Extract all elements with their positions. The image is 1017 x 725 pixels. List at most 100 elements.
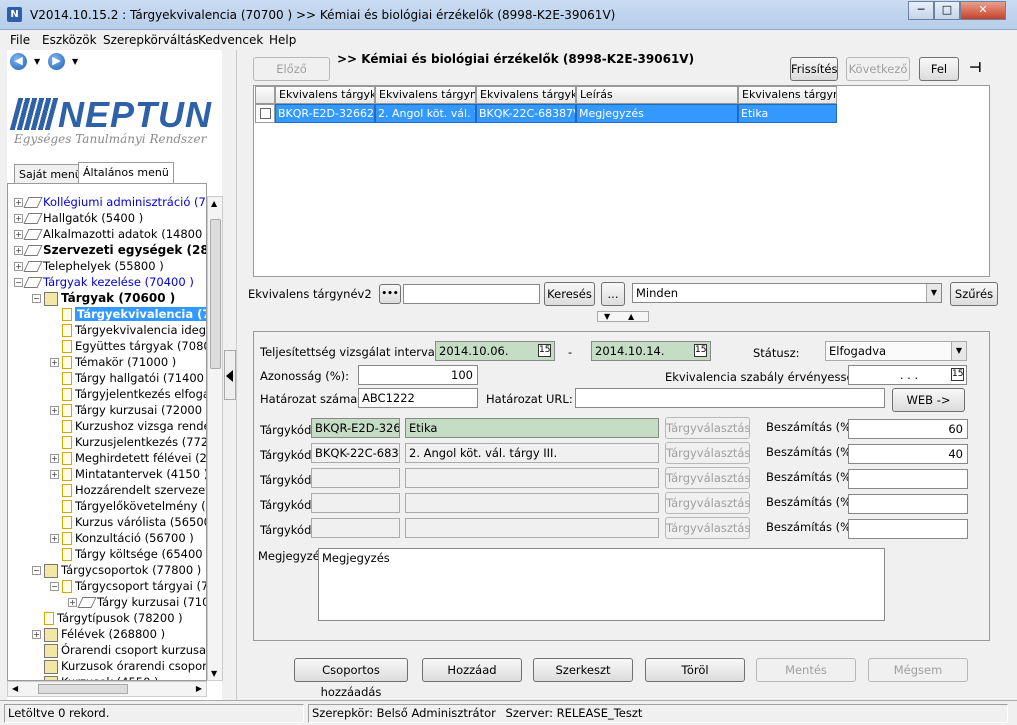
tree-node[interactable]: − Tárgyak (70600 ) [32,290,175,306]
collapse-icon[interactable]: − [14,278,23,287]
close-button[interactable]: ✕ [960,1,1006,20]
menu-help[interactable]: Help [269,33,296,47]
up-button[interactable]: Fel [919,57,959,81]
collapse-icon[interactable]: − [32,294,41,303]
date-from-field[interactable]: 2014.10.06. [435,341,555,361]
tree-node[interactable]: + Szervezeti egységek (28000 [14,242,206,258]
arrow-up-icon[interactable]: ▲ [628,312,634,322]
note-field[interactable]: Megjegyzés [318,548,885,621]
tree-node[interactable]: + Mintatantervek (4150 ) [50,466,206,482]
filter-apply-button[interactable]: Szűrés [950,282,998,306]
back-icon[interactable]: ◀ [10,53,27,70]
tree-node[interactable]: + Tárgy kurzusai (72000 ) [50,402,206,418]
subject-name-field[interactable]: 2. Angol köt. vál. tárgy III. [405,443,659,463]
checkbox-icon[interactable] [260,108,271,119]
tree-node[interactable]: + Hallgatók (5400 ) [14,210,143,226]
tree-node[interactable]: + Kollégiumi adminisztráció (75650 [14,194,206,210]
expand-icon[interactable]: + [50,406,59,415]
collapse-arrow-icon[interactable] [226,370,233,382]
calendar-icon[interactable]: 15 [538,344,551,357]
tree-node[interactable]: Kurzusok órarendi csoportja (5 [32,658,206,674]
expand-icon[interactable]: + [14,262,23,271]
tab-general-menu[interactable]: Általános menü [78,162,174,183]
subject-name-field[interactable] [405,468,659,488]
dots-button[interactable]: ••• [379,284,401,304]
search-button[interactable]: Keresés [544,282,595,306]
tab-own-menu[interactable]: Saját menü [14,164,87,183]
menu-tools[interactable]: Eszközök [42,33,97,47]
choose-subject-button[interactable]: Tárgyválasztás [665,442,750,464]
more-button[interactable]: ... [601,282,625,306]
grid-header-col2[interactable]: Ekvivalens tárgyn... [375,86,476,104]
credit-field[interactable] [848,519,968,539]
scroll-thumb[interactable] [210,219,221,369]
tree-node[interactable]: + Félévek (268800 ) [32,626,165,642]
choose-subject-button[interactable]: Tárgyválasztás [665,492,750,514]
grid-header-col3[interactable]: Ekvivalens tárgyk... [476,86,576,104]
expand-collapse-toggle[interactable]: ▼ ▲ [597,311,649,322]
expand-icon[interactable]: + [50,470,59,479]
expand-icon[interactable]: + [32,630,41,639]
menu-role-switch[interactable]: Szerepkörváltás [103,33,199,47]
grid-row-checkbox[interactable] [255,104,275,123]
next-button[interactable]: Következő [846,57,910,81]
tree-node[interactable]: − Tárgycsoportok (77800 ) [32,562,201,578]
save-button[interactable]: Mentés [756,658,856,682]
grid-cell[interactable]: Megjegyzés [576,104,738,123]
prev-button[interactable]: Előző [253,57,330,81]
tree-node[interactable]: Kurzusok (4550 ) [32,674,159,680]
collapse-icon[interactable]: − [32,566,41,575]
tree-node[interactable]: + Meghirdetett félévei (2680 [50,450,206,466]
menu-favorites[interactable]: Kedvencek [198,33,263,47]
tree-node[interactable]: Tárgytípusok (78200 ) [32,610,183,626]
grid-cell[interactable]: 2. Angol köt. vál. tár [375,104,476,123]
edit-button[interactable]: Szerkeszt [533,658,633,682]
tree-node[interactable]: Tárgy költsége (65400 ) [50,546,206,562]
bulk-add-button[interactable]: Csoportos hozzáadás [294,658,408,699]
tree-node[interactable]: + Telephelyek (55800 ) [14,258,164,274]
grid-header-col4[interactable]: Leírás [576,86,738,104]
expand-icon[interactable]: + [14,214,23,223]
tree-node[interactable]: Együttes tárgyak (70800 [50,338,206,354]
validity-field[interactable]: . . . [848,365,967,385]
grid-header-col1[interactable]: Ekvivalens tárgyk... [275,86,375,104]
tree-node[interactable]: Tárgyelőkövetelmény (49 [50,498,206,514]
tree-vertical-scrollbar[interactable]: ▲ ▼ [207,196,223,681]
arrow-down-icon[interactable]: ▼ [604,312,610,322]
subject-name-field[interactable]: Etika [405,418,659,438]
tree-node[interactable]: + Tárgy kurzusai (7100 [68,594,206,610]
choose-subject-button[interactable]: Tárgyválasztás [665,417,750,439]
scroll-left-icon[interactable]: ◀ [12,684,18,693]
url-field[interactable] [575,388,885,408]
chevron-down-icon[interactable]: ▼ [926,284,941,302]
subject-code-field[interactable] [311,518,400,538]
tree-node[interactable]: Tárgy hallgatói (71400 ) [50,370,206,386]
scroll-down-icon[interactable]: ▼ [211,669,217,678]
tree-node[interactable]: + Témakör (71000 ) [50,354,176,370]
tree-node[interactable]: − Tárgycsoport tárgyai (780 [50,578,206,594]
identity-field[interactable]: 100 [358,365,478,385]
scroll-right-icon[interactable]: ▶ [196,684,202,693]
tree-node[interactable]: Tárgyjelentkezés elfogadá [50,386,206,402]
minimize-button[interactable]: ─ [908,1,934,20]
forward-icon[interactable]: ▶ [48,53,65,70]
credit-field[interactable] [848,494,968,514]
grid-cell[interactable]: BKQK-22C-68387V [476,104,576,123]
forward-dropdown-icon[interactable]: ▼ [72,57,78,66]
grid-cell[interactable]: BKQR-E2D-32662E [275,104,375,123]
filter-input[interactable] [403,284,540,304]
subject-code-field[interactable] [311,493,400,513]
chevron-down-icon[interactable]: ▼ [951,342,966,360]
expand-icon[interactable]: + [50,534,59,543]
grid-header-col5[interactable]: Ekvivalens tárgyn... [738,86,837,104]
tree-node[interactable]: Kurzusjelentkezés (77200 [50,434,206,450]
tree-horizontal-scrollbar[interactable]: ◀ ▶ [7,681,207,697]
refresh-button[interactable]: Frissítés [790,57,838,81]
tree-node[interactable]: Kurzus várólista (56500 ) [50,514,206,530]
expand-icon[interactable]: + [50,454,59,463]
grid-select-header[interactable] [255,86,275,104]
expand-icon[interactable]: + [14,246,23,255]
menu-file[interactable]: File [10,33,30,47]
hscroll-thumb[interactable] [38,684,128,694]
maximize-button[interactable]: □ [934,1,960,20]
